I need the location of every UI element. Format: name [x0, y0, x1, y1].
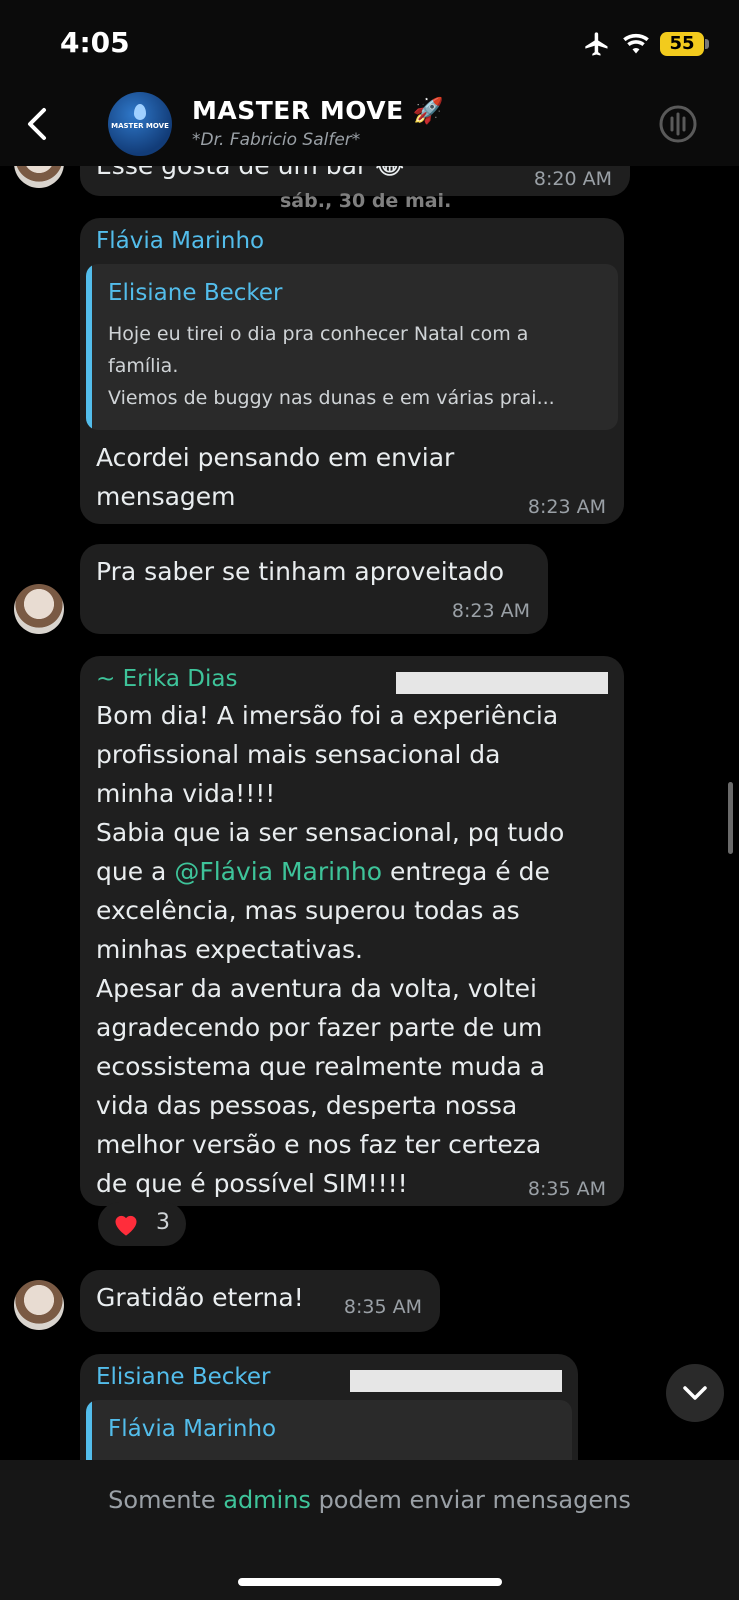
- composer-footer: Somente admins podem enviar mensagens: [0, 1460, 739, 1600]
- message-line: vida das pessoas, desperta nossa: [96, 1091, 518, 1120]
- reaction-count: 3: [156, 1210, 170, 1235]
- reply-quote[interactable]: Flávia Marinho: [86, 1400, 572, 1460]
- message-bubble[interactable]: ~ Erika Dias Bom dia! A imersão foi a ex…: [80, 656, 624, 1206]
- quote-line: Hoje eu tirei o dia pra conhecer Natal c…: [108, 323, 529, 345]
- message-time: 8:23 AM: [527, 496, 606, 518]
- avatar[interactable]: [14, 166, 64, 188]
- message-text: Acordei pensando em enviar mensagem: [96, 438, 454, 516]
- status-bar: 4:05 55: [0, 0, 739, 90]
- message-time: 8:20 AM: [533, 168, 612, 190]
- message-line: profissional mais sensacional da: [96, 740, 501, 769]
- message-fragment: que a: [96, 857, 175, 886]
- group-avatar[interactable]: MASTER MOVE: [108, 92, 172, 156]
- voice-chat-icon[interactable]: [656, 102, 700, 146]
- quote-sender: Flávia Marinho: [108, 1416, 277, 1442]
- avatar[interactable]: [14, 1280, 64, 1330]
- message-line: minhas expectativas.: [96, 935, 363, 964]
- admins-only-notice: Somente admins podem enviar mensagens: [0, 1486, 739, 1514]
- message-bubble[interactable]: Pra saber se tinham aproveitado 8:23 AM: [80, 544, 548, 634]
- message-line: ecossistema que realmente muda a: [96, 1052, 546, 1081]
- message-line: Apesar da aventura da volta, voltei: [96, 974, 537, 1003]
- reaction-badge[interactable]: 3: [98, 1202, 186, 1246]
- reply-quote[interactable]: Elisiane Becker Hoje eu tirei o dia pra …: [86, 264, 618, 430]
- message-line: Bom dia! A imersão foi a experiência: [96, 701, 559, 730]
- message-line: que a @Flávia Marinho entrega é de: [96, 852, 616, 891]
- scrollbar-thumb[interactable]: [728, 782, 733, 854]
- home-indicator[interactable]: [238, 1578, 502, 1586]
- heart-icon: [115, 1215, 137, 1236]
- notice-prefix: Somente: [108, 1486, 224, 1514]
- quote-sender: Elisiane Becker: [108, 280, 283, 306]
- quote-bar: [86, 1400, 92, 1460]
- message-bubble[interactable]: Elisiane Becker Flávia Marinho: [80, 1354, 578, 1460]
- message-line: Sabia que ia ser sensacional, pq tudo: [96, 818, 565, 847]
- message-bubble[interactable]: Flávia Marinho Elisiane Becker Hoje eu t…: [80, 218, 624, 524]
- sender-name[interactable]: Flávia Marinho: [96, 228, 264, 254]
- message-line: excelência, mas superou todas as: [96, 896, 520, 925]
- group-subtitle: *Dr. Fabricio Salfer*: [192, 130, 361, 150]
- redacted-phone: [396, 672, 608, 694]
- message-bubble[interactable]: Gratidão eterna! 8:35 AM: [80, 1270, 440, 1332]
- message-line: minha vida!!!!: [96, 779, 276, 808]
- avatar[interactable]: [14, 584, 64, 634]
- chevron-down-icon: [683, 1386, 707, 1400]
- message-text: Esse gosta de um bar 😂: [96, 166, 404, 185]
- battery-tip: [705, 39, 709, 49]
- message-time: 8:23 AM: [451, 600, 530, 622]
- message-text: Pra saber se tinham aproveitado: [96, 557, 505, 586]
- quote-text: Hoje eu tirei o dia pra conhecer Natal c…: [108, 318, 606, 414]
- sender-name[interactable]: ~ Erika Dias: [96, 666, 237, 692]
- scroll-to-bottom-button[interactable]: [666, 1364, 724, 1422]
- date-separator: sáb., 30 de mai.: [280, 190, 452, 212]
- quote-bar: [86, 264, 92, 430]
- message-text: Bom dia! A imersão foi a experiência pro…: [96, 696, 616, 1203]
- quote-line: família.: [108, 355, 179, 377]
- message-time: 8:35 AM: [527, 1178, 606, 1200]
- battery-indicator: 55: [660, 32, 704, 56]
- message-line: Acordei pensando em enviar: [96, 443, 455, 472]
- sender-name[interactable]: Elisiane Becker: [96, 1364, 271, 1390]
- chat-header: MASTER MOVE MASTER MOVE 🚀 *Dr. Fabricio …: [0, 90, 739, 166]
- group-title[interactable]: MASTER MOVE 🚀: [192, 96, 445, 126]
- quote-line: Viemos de buggy nas dunas e em várias pr…: [108, 387, 555, 409]
- back-arrow-icon[interactable]: [18, 104, 58, 144]
- message-line: melhor versão e nos faz ter certeza: [96, 1130, 542, 1159]
- wifi-icon: [623, 33, 649, 54]
- message-time: 8:35 AM: [343, 1296, 422, 1318]
- message-fragment: entrega é de: [382, 857, 550, 886]
- airplane-icon: [585, 32, 608, 56]
- redacted-phone: [350, 1370, 562, 1392]
- message-text: Gratidão eterna!: [96, 1283, 304, 1312]
- message-list[interactable]: Esse gosta de um bar 😂 8:20 AM sáb., 30 …: [0, 166, 739, 1460]
- message-line: mensagem: [96, 482, 236, 511]
- admins-link[interactable]: admins: [223, 1486, 311, 1514]
- notice-suffix: podem enviar mensagens: [310, 1486, 631, 1514]
- water-drop-icon: [134, 104, 146, 120]
- clock: 4:05: [60, 26, 130, 59]
- message-line: agradecendo por fazer parte de um: [96, 1013, 543, 1042]
- mention-link[interactable]: @Flávia Marinho: [174, 857, 382, 886]
- group-avatar-label: MASTER MOVE: [111, 122, 169, 130]
